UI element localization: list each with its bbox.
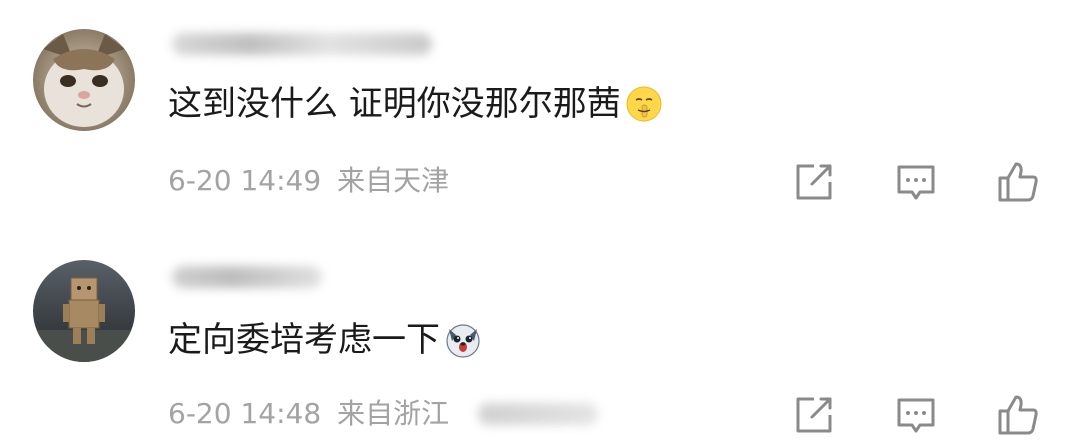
comment-time: 6-20 14:49 — [168, 164, 322, 197]
comment-text-content: 这到没什么 证明你没那尔那茜 — [168, 84, 621, 124]
username-blurred[interactable] — [172, 33, 432, 55]
comment-text: 定向委培考虑一下 — [168, 320, 482, 360]
comment-icon — [897, 165, 935, 200]
like-button[interactable] — [996, 393, 1040, 437]
comment-item: 定向委培考虑一下 6-20 14:48 来自浙江 — [0, 221, 1080, 442]
comment-text: 这到没什么 证明你没那尔那茜 — [168, 84, 663, 124]
comment-location: 来自浙江 — [337, 397, 450, 430]
avatar[interactable] — [33, 260, 135, 362]
surprised-dog-emoji — [444, 321, 482, 359]
share-icon — [796, 164, 832, 200]
comment-meta: 6-20 14:48 来自浙江 — [168, 397, 465, 431]
share-button[interactable] — [792, 393, 836, 437]
comment-time: 6-20 14:48 — [168, 397, 322, 430]
comment-item: 这到没什么 证明你没那尔那茜 6-20 14:49 来自天津 — [0, 0, 1080, 221]
like-icon — [998, 162, 1038, 202]
comment-location: 来自天津 — [337, 164, 450, 197]
like-icon — [998, 395, 1038, 435]
comment-icon — [897, 398, 935, 433]
avatar[interactable] — [33, 29, 135, 131]
shushing-face-emoji — [625, 85, 663, 123]
comment-button[interactable] — [894, 393, 938, 437]
share-button[interactable] — [792, 160, 836, 204]
comment-text-content: 定向委培考虑一下 — [168, 320, 440, 360]
ip-info-blurred — [478, 403, 598, 425]
comment-button[interactable] — [894, 160, 938, 204]
like-button[interactable] — [996, 160, 1040, 204]
share-icon — [796, 397, 832, 433]
comment-meta: 6-20 14:49 来自天津 — [168, 164, 465, 198]
username-blurred[interactable] — [172, 266, 322, 288]
